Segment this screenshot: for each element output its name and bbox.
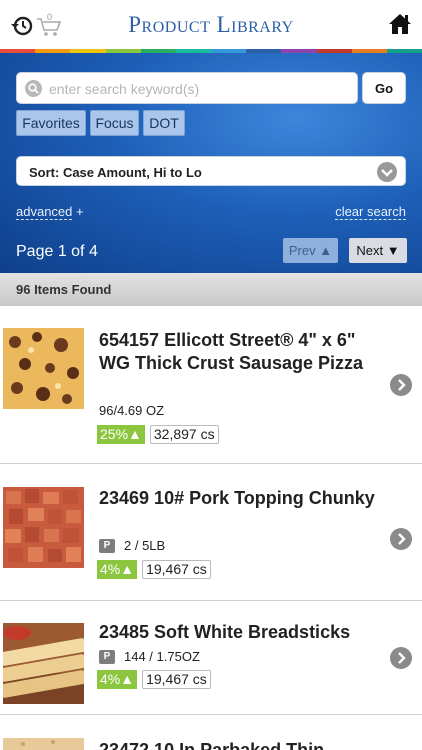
chevron-right-icon[interactable] <box>390 374 412 396</box>
chevron-right-icon[interactable] <box>390 647 412 669</box>
pack-size: 96/4.69 OZ <box>99 403 165 418</box>
product-thumbnail <box>3 487 84 568</box>
product-pack: P 144 / 1.75OZ <box>99 649 200 664</box>
product-stats: 4%▲ 19,467 cs <box>97 560 211 579</box>
favorites-filter-button[interactable]: Favorites <box>16 110 86 136</box>
sort-select[interactable]: Sort: Case Amount, Hi to Lo <box>16 156 406 186</box>
product-stats: 4%▲ 19,467 cs <box>97 670 211 689</box>
p-badge: P <box>99 649 115 664</box>
advanced-plus: + <box>76 204 84 219</box>
percent-badge: 25%▲ <box>97 425 145 444</box>
product-name: 23469 10# Pork Topping Chunky <box>99 488 375 508</box>
product-thumbnail <box>3 328 84 409</box>
focus-filter-button[interactable]: Focus <box>90 110 139 136</box>
product-name: 654157 Ellicott Street® 4" x 6" WG Thick… <box>99 330 364 373</box>
dot-filter-button[interactable]: DOT <box>143 110 185 136</box>
search-icon <box>25 80 42 97</box>
pack-size: 2 / 5LB <box>124 538 166 553</box>
product-name: 23485 Soft White Breadsticks <box>99 622 351 642</box>
list-item[interactable]: 23485 Soft White Breadsticks P 144 / 1.7… <box>0 601 422 715</box>
search-field[interactable] <box>16 72 358 104</box>
search-panel: Go Favorites Focus DOT Sort: Case Amount… <box>0 53 422 273</box>
chevron-down-icon <box>377 162 397 182</box>
items-found-bar: 96 Items Found <box>0 273 422 306</box>
product-thumbnail <box>3 738 84 750</box>
product-name: 23472 10 In Parbaked Thin <box>99 740 325 750</box>
home-icon[interactable] <box>388 12 412 36</box>
percent-badge: 4%▲ <box>97 670 138 689</box>
percent-badge: 4%▲ <box>97 560 138 579</box>
pack-size: 144 / 1.75OZ <box>124 649 200 664</box>
search-input[interactable] <box>49 77 349 101</box>
next-page-button[interactable]: Next ▼ <box>349 238 407 263</box>
advanced-search-link[interactable]: advanced + <box>16 204 84 220</box>
list-item[interactable]: 654157 Ellicott Street® 4" x 6" WG Thick… <box>0 306 422 464</box>
sort-label: Sort: Case Amount, Hi to Lo <box>29 165 202 180</box>
advanced-label: advanced <box>16 204 73 220</box>
page-indicator: Page 1 of 4 <box>16 243 98 260</box>
chevron-right-icon[interactable] <box>390 528 412 550</box>
list-item[interactable]: 23472 10 In Parbaked Thin <box>0 715 422 750</box>
items-found-label: 96 Items Found <box>16 282 112 297</box>
case-count: 32,897 cs <box>149 425 219 444</box>
case-count: 19,467 cs <box>142 670 211 689</box>
prev-page-button[interactable]: Prev ▲ <box>283 238 338 263</box>
product-thumbnail <box>3 623 84 704</box>
p-badge: P <box>99 538 115 553</box>
case-count: 19,467 cs <box>142 560 211 579</box>
product-pack: P 2 / 5LB <box>99 538 165 553</box>
clear-search-link[interactable]: clear search <box>335 204 406 220</box>
product-stats: 25%▲ 32,897 cs <box>97 425 219 444</box>
go-button[interactable]: Go <box>362 72 406 104</box>
page-title: Product Library <box>128 12 294 37</box>
product-pack: 96/4.69 OZ <box>99 403 164 418</box>
list-item[interactable]: 23469 10# Pork Topping Chunky P 2 / 5LB … <box>0 464 422 601</box>
app-header: 0 Product Library <box>0 0 422 49</box>
